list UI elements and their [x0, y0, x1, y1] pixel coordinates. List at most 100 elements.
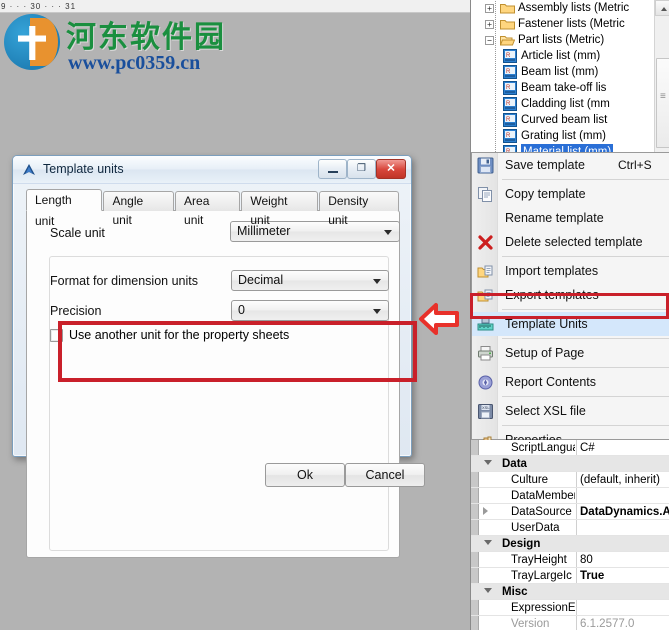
expander-icon[interactable]: + — [485, 20, 494, 29]
property-category-design[interactable]: Design — [471, 536, 669, 552]
property-sheet-unit-checkbox-row[interactable]: Use another unit for the property sheets — [50, 328, 289, 342]
menu-item-select-xsl-file[interactable]: XSL Select XSL file — [472, 399, 669, 423]
menu-item-save-template[interactable]: Save template Ctrl+S — [472, 153, 669, 177]
property-name: TrayHeight — [511, 554, 567, 566]
menu-separator — [502, 396, 669, 397]
ruler-icon — [477, 316, 494, 333]
svg-text:R: R — [506, 133, 511, 139]
precision-combo[interactable]: 0 — [231, 300, 389, 321]
scrollbar-thumb[interactable] — [656, 58, 669, 148]
import-icon — [477, 263, 494, 280]
tree-node-curved-beam-list[interactable]: R Curved beam list — [471, 112, 669, 128]
property-sheet-unit-label: Use another unit for the property sheets — [69, 328, 290, 342]
tab-area-unit[interactable]: Area unit — [175, 191, 241, 227]
menu-item-template-units[interactable]: Template Units — [472, 312, 669, 336]
property-sheet-unit-checkbox[interactable] — [50, 328, 63, 342]
tree-node-article-list[interactable]: R Article list (mm) — [471, 48, 669, 64]
tab-angle-unit[interactable]: Angle unit — [103, 191, 175, 227]
menu-separator — [502, 425, 669, 426]
menu-separator — [502, 367, 669, 368]
menu-separator — [502, 309, 669, 310]
property-row-datasource[interactable]: DataSource DataDynamics.Act — [471, 504, 669, 520]
svg-text:R: R — [506, 117, 511, 123]
property-grid[interactable]: ScriptLangua C# Data Culture (default, i… — [471, 440, 669, 630]
folder-icon — [500, 18, 515, 30]
tree-node-cladding-list[interactable]: R Cladding list (mm — [471, 96, 669, 112]
close-icon: ✕ — [386, 162, 396, 175]
property-row-scriptlanguage[interactable]: ScriptLangua C# — [471, 440, 669, 456]
menu-item-rename-template[interactable]: Rename template — [472, 206, 669, 230]
property-name: UserData — [511, 522, 560, 534]
format-units-combo[interactable]: Decimal — [231, 270, 389, 291]
property-name: Culture — [511, 474, 549, 486]
property-category-misc[interactable]: Misc — [471, 584, 669, 600]
property-row-culture[interactable]: Culture (default, inherit) — [471, 472, 669, 488]
menu-item-label: Copy template — [505, 187, 586, 201]
template-context-menu[interactable]: Save template Ctrl+S Copy template Renam… — [470, 152, 669, 447]
blue-triangle-icon — [21, 162, 37, 178]
property-row-expressioneditor[interactable]: ExpressionE — [471, 600, 669, 616]
expander-icon[interactable]: − — [485, 36, 494, 45]
ok-button[interactable]: Ok — [265, 463, 345, 487]
menu-item-export-templates[interactable]: Export templates — [472, 283, 669, 307]
menu-item-import-templates[interactable]: Import templates — [472, 259, 669, 283]
printer-icon — [477, 345, 494, 362]
scroll-up-icon[interactable] — [655, 0, 669, 16]
property-value[interactable]: DataDynamics.Act — [576, 504, 669, 519]
tab-length-unit[interactable]: Length unit — [26, 189, 103, 228]
unit-tabs[interactable]: Length unit Angle unit Area unit Weight … — [26, 189, 400, 228]
folder-open-icon — [499, 34, 516, 46]
maximize-button[interactable]: ❐ — [347, 159, 376, 179]
menu-item-copy-template[interactable]: Copy template — [472, 182, 669, 206]
property-name: TrayLargeIc — [511, 570, 572, 582]
property-value[interactable] — [576, 520, 669, 535]
menu-item-label: Template Units — [505, 317, 588, 331]
report-icon: R — [503, 65, 517, 79]
property-row-datamember[interactable]: DataMember — [471, 488, 669, 504]
menu-item-accel: Ctrl+S — [618, 158, 652, 172]
tree-vertical-scrollbar[interactable] — [654, 0, 669, 155]
report-icon: R — [503, 81, 517, 95]
cancel-button[interactable]: Cancel — [345, 463, 425, 487]
menu-item-setup-of-page[interactable]: Setup of Page — [472, 341, 669, 365]
tab-density-unit[interactable]: Density unit — [319, 191, 399, 227]
menu-item-delete-selected-template[interactable]: Delete selected template — [472, 230, 669, 254]
tree-node-beam-take-off-list[interactable]: R Beam take-off lis — [471, 80, 669, 96]
chevron-down-icon — [373, 309, 381, 314]
menu-item-label: Import templates — [505, 264, 599, 278]
expander-icon[interactable]: + — [485, 4, 494, 13]
property-category-data[interactable]: Data — [471, 456, 669, 472]
tree-node-part-lists[interactable]: − Part lists (Metric) — [471, 32, 669, 48]
tree-node-fastener-lists[interactable]: + Fastener lists (Metric — [471, 16, 669, 32]
tree-node-grating-list[interactable]: R Grating list (mm) — [471, 128, 669, 144]
menu-item-report-contents[interactable]: Report Contents — [472, 370, 669, 394]
svg-text:R: R — [506, 101, 511, 107]
menu-item-label: Setup of Page — [505, 346, 585, 360]
report-icon: R — [503, 97, 517, 111]
report-icon: R — [503, 129, 517, 143]
menu-item-label: Select XSL file — [505, 404, 586, 418]
tree-node-assembly-lists[interactable]: + Assembly lists (Metric — [471, 0, 669, 16]
svg-text:R: R — [506, 69, 511, 75]
property-value[interactable]: 80 — [576, 552, 669, 567]
tree-node-label: Grating list (mm) — [521, 130, 606, 142]
property-value[interactable] — [576, 488, 669, 503]
tab-weight-unit[interactable]: Weight unit — [241, 191, 319, 227]
format-units-value: Decimal — [238, 273, 284, 287]
tree-node-beam-list[interactable]: R Beam list (mm) — [471, 64, 669, 80]
property-value[interactable]: True — [576, 568, 669, 583]
property-value[interactable]: (default, inherit) — [576, 472, 669, 487]
menu-separator — [502, 338, 669, 339]
property-value[interactable] — [576, 600, 669, 615]
property-row-trayheight[interactable]: TrayHeight 80 — [471, 552, 669, 568]
template-tree[interactable]: + Assembly lists (Metric + Fastener list… — [471, 0, 669, 155]
red-left-arrow-icon — [418, 300, 460, 338]
minimize-button[interactable] — [318, 159, 347, 179]
dialog-titlebar[interactable]: Template units ❐ ✕ — [13, 156, 411, 184]
delete-icon — [477, 234, 494, 251]
close-button[interactable]: ✕ — [376, 159, 406, 179]
property-row-traylargeicon[interactable]: TrayLargeIc True — [471, 568, 669, 584]
property-value[interactable]: C# — [576, 440, 669, 455]
property-row-userdata[interactable]: UserData — [471, 520, 669, 536]
dialog-title: Template units — [43, 162, 124, 176]
